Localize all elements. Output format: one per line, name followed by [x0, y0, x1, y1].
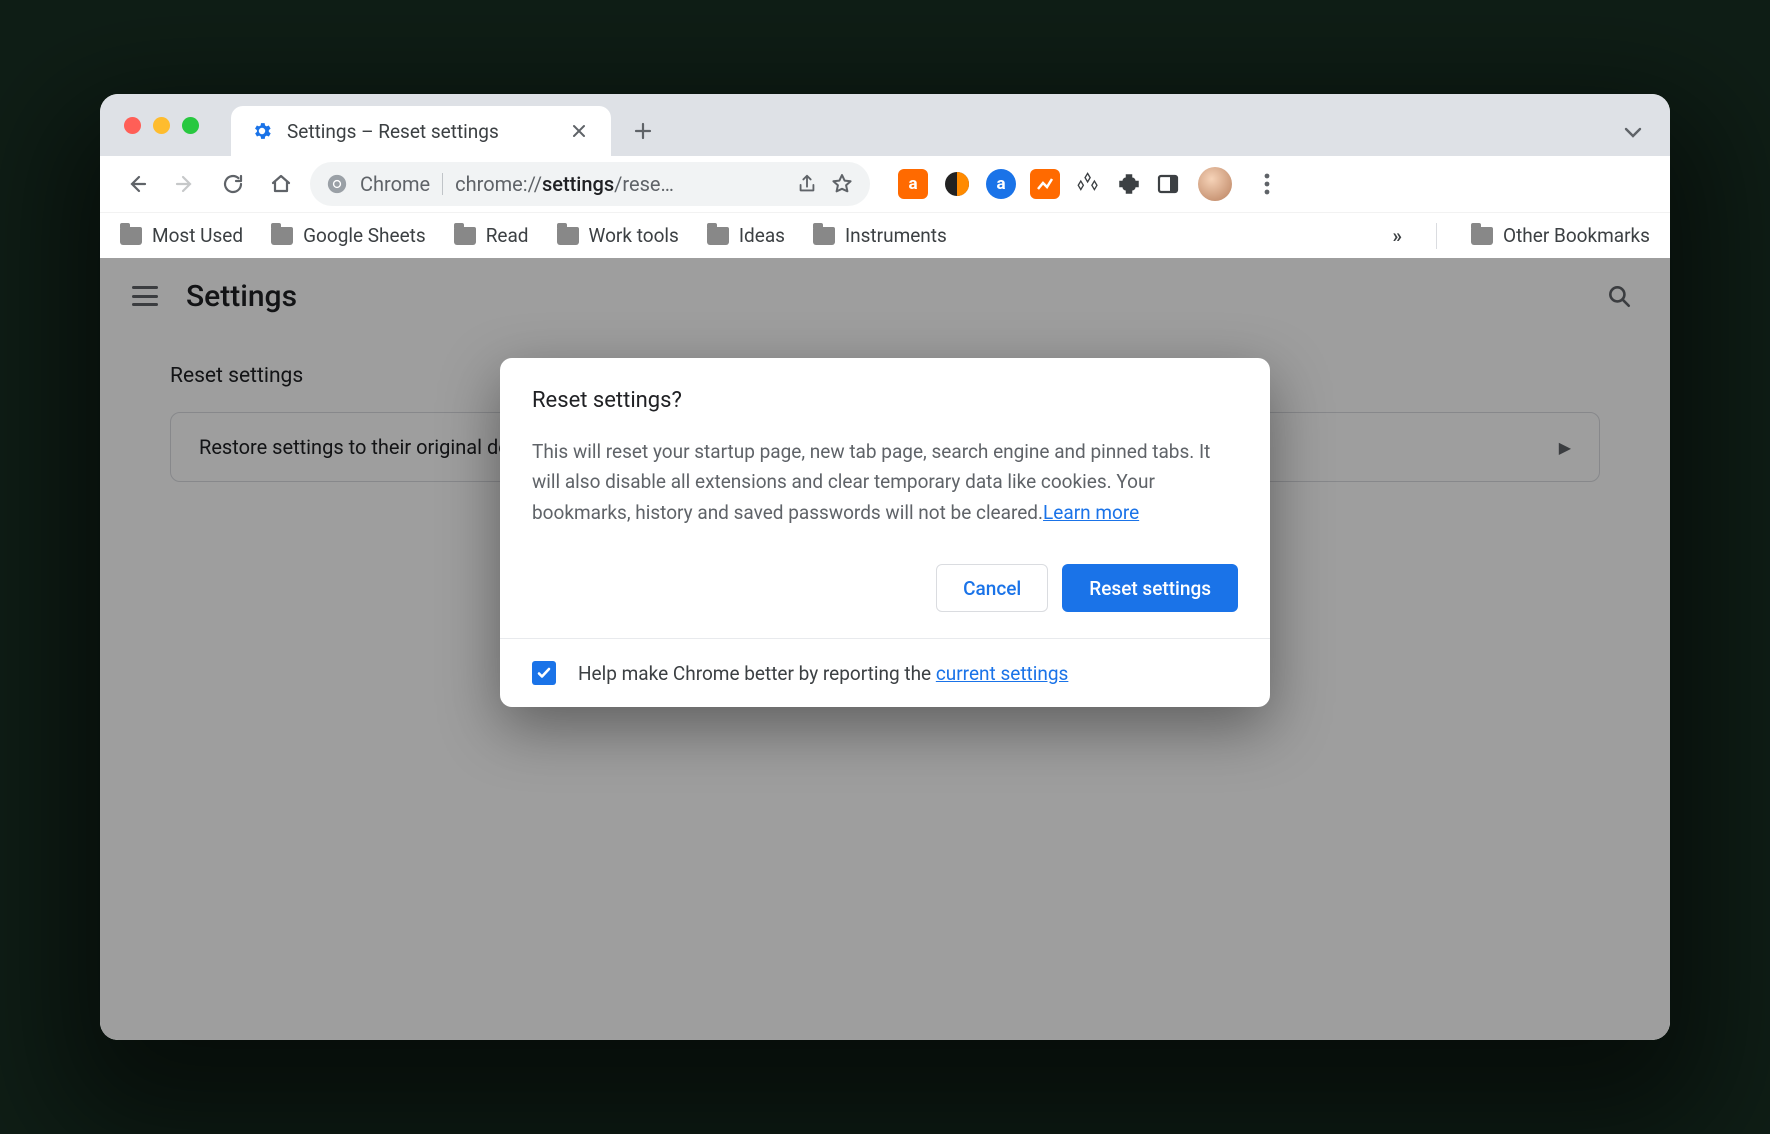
close-window-button[interactable] [124, 117, 141, 134]
folder-icon [557, 227, 579, 245]
forward-button[interactable] [166, 165, 204, 203]
sidepanel-icon[interactable] [1156, 172, 1180, 196]
window-controls [124, 94, 199, 156]
separator [442, 173, 443, 195]
extension-icon[interactable]: a [986, 169, 1016, 199]
extension-icon[interactable] [1074, 170, 1102, 198]
report-checkbox[interactable] [532, 661, 556, 685]
folder-icon [707, 227, 729, 245]
close-tab-button[interactable] [567, 119, 591, 143]
folder-icon [454, 227, 476, 245]
extensions-row: a a [898, 169, 1180, 199]
tab-title: Settings – Reset settings [287, 120, 553, 143]
tab-strip: Settings – Reset settings [100, 94, 1670, 156]
url-text: chrome://settings/rese… [455, 172, 674, 196]
dialog-actions: Cancel Reset settings [532, 564, 1238, 612]
bookmarks-overflow-button[interactable]: » [1393, 224, 1403, 247]
back-button[interactable] [118, 165, 156, 203]
omnibox-prefix: Chrome [360, 172, 430, 196]
folder-icon [120, 227, 142, 245]
reset-settings-button[interactable]: Reset settings [1062, 564, 1238, 612]
new-tab-button[interactable] [623, 111, 663, 151]
home-button[interactable] [262, 165, 300, 203]
share-icon[interactable] [796, 173, 818, 195]
page-content: Settings Reset settings Restore settings… [100, 258, 1670, 1040]
maximize-window-button[interactable] [182, 117, 199, 134]
folder-icon [1471, 227, 1493, 245]
bookmark-folder[interactable]: Ideas [707, 224, 785, 247]
toolbar: Chrome chrome://settings/rese… a a [100, 156, 1670, 212]
separator [1436, 223, 1437, 249]
modal-scrim: Reset settings? This will reset your sta… [100, 258, 1670, 1040]
extension-icon[interactable] [1030, 169, 1060, 199]
dialog-title: Reset settings? [532, 388, 1238, 413]
bookmark-bar: Most Used Google Sheets Read Work tools … [100, 212, 1670, 258]
bookmark-folder[interactable]: Google Sheets [271, 224, 426, 247]
other-bookmarks-folder[interactable]: Other Bookmarks [1471, 224, 1650, 247]
extension-icon[interactable]: a [898, 169, 928, 199]
bookmark-star-icon[interactable] [830, 172, 854, 196]
bookmark-folder[interactable]: Read [454, 224, 529, 247]
reload-button[interactable] [214, 165, 252, 203]
learn-more-link[interactable]: Learn more [1043, 501, 1139, 524]
chrome-menu-button[interactable] [1248, 165, 1286, 203]
dialog-footer: Help make Chrome better by reporting the… [500, 638, 1270, 707]
folder-icon [271, 227, 293, 245]
current-settings-link[interactable]: current settings [936, 662, 1069, 685]
footer-text: Help make Chrome better by reporting the… [578, 662, 1068, 685]
browser-tab[interactable]: Settings – Reset settings [231, 106, 611, 156]
browser-window: Settings – Reset settings [100, 94, 1670, 1040]
profile-avatar[interactable] [1198, 167, 1232, 201]
extensions-menu-icon[interactable] [1116, 171, 1142, 197]
bookmark-folder[interactable]: Most Used [120, 224, 243, 247]
extension-icon[interactable] [942, 169, 972, 199]
folder-icon [813, 227, 835, 245]
chrome-logo-icon [326, 173, 348, 195]
bookmark-folder[interactable]: Work tools [557, 224, 679, 247]
minimize-window-button[interactable] [153, 117, 170, 134]
reset-settings-dialog: Reset settings? This will reset your sta… [500, 358, 1270, 707]
gear-icon [251, 120, 273, 142]
cancel-button[interactable]: Cancel [936, 564, 1048, 612]
address-bar[interactable]: Chrome chrome://settings/rese… [310, 162, 870, 206]
bookmark-folder[interactable]: Instruments [813, 224, 947, 247]
tabs-dropdown-button[interactable] [1624, 126, 1642, 138]
dialog-body: This will reset your startup page, new t… [532, 437, 1238, 528]
